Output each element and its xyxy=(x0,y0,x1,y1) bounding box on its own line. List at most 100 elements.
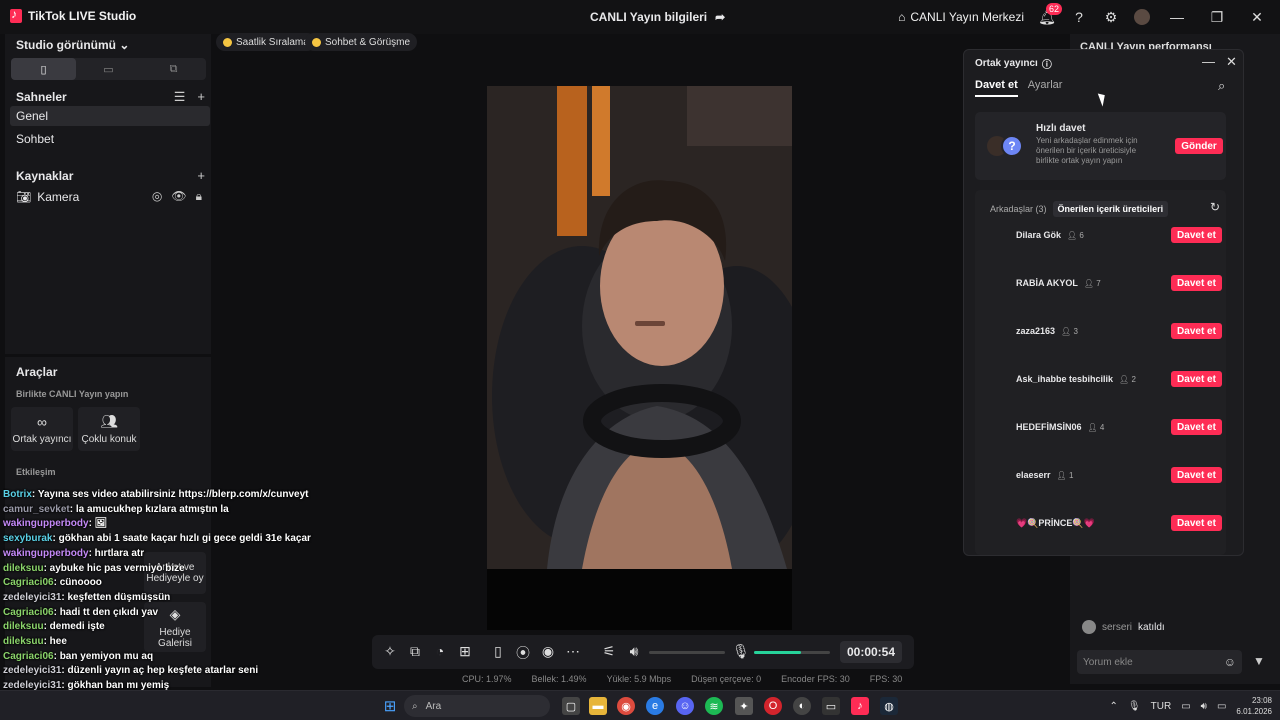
chrome-icon[interactable]: ◉ xyxy=(617,697,635,715)
user-icon: 👤︎ xyxy=(1119,374,1132,384)
invite-button[interactable]: Davet et xyxy=(1171,515,1222,531)
add-source-icon[interactable]: + xyxy=(197,168,205,183)
edge-icon[interactable]: e xyxy=(646,697,664,715)
hourly-ranking-tag[interactable]: Saatlik Sıralama xyxy=(216,33,316,51)
microphone-icon[interactable]: 🎙︎ xyxy=(732,643,750,660)
app-icon[interactable]: ✦ xyxy=(735,697,753,715)
notification-badge: 62 xyxy=(1046,3,1063,15)
windows-start-icon[interactable]: ⊞ xyxy=(381,697,399,715)
chat-text: : ban yemiyon mu aq xyxy=(53,650,154,662)
microphone-icon[interactable]: 🎙︎ xyxy=(1128,701,1141,712)
chat-tag[interactable]: Sohbet & Görüşme xyxy=(305,33,418,51)
sticker-icon[interactable]: ◔ xyxy=(432,643,448,659)
portrait-layout-icon[interactable]: ▯ xyxy=(11,58,76,80)
minimize-icon[interactable]: — xyxy=(1164,9,1190,25)
landscape-layout-icon[interactable]: ▭ xyxy=(76,58,141,80)
app-icon[interactable]: ◐ xyxy=(793,697,811,715)
tiktok-live-studio-icon[interactable]: ♪ xyxy=(851,697,869,715)
tab-settings[interactable]: Ayarlar xyxy=(1028,79,1063,97)
layout-switcher: ▯ ▭ ⧉ xyxy=(11,58,206,80)
speaker-volume-slider[interactable] xyxy=(649,651,725,654)
tab-suggested[interactable]: Önerilen içerik üreticileri xyxy=(1052,201,1169,217)
emoji-icon[interactable]: ☺ xyxy=(1224,655,1236,669)
cohost-button[interactable]: ∞ Ortak yayıncı xyxy=(11,407,73,451)
spotify-icon[interactable]: ≋ xyxy=(705,697,723,715)
studio-view-dropdown[interactable]: Studio görünümü ⌄ xyxy=(16,38,129,52)
taskbar: ⊞ ⌕ Ara ▢ ▬ ◉ e ☺ ≋ ✦ O ◐ ▭ ♪ ◍ ⌃ 🎙︎ TUR… xyxy=(0,690,1280,720)
add-scene-icon[interactable]: + xyxy=(197,89,205,105)
terminal-icon[interactable]: ▭ xyxy=(822,697,840,715)
search-icon[interactable]: ⌕ xyxy=(1218,78,1225,94)
minimize-icon[interactable]: — xyxy=(1202,54,1215,69)
scene-item[interactable]: Sohbet xyxy=(10,129,210,149)
chevron-down-icon: ⌄ xyxy=(119,38,130,52)
speaker-icon[interactable]: 🔊︎ xyxy=(626,643,642,660)
quick-invite-desc: Yeni arkadaşlar edinmek için önerilen bi… xyxy=(1036,136,1138,165)
taskbar-search[interactable]: ⌕ Ara xyxy=(404,695,550,717)
refresh-icon[interactable]: ↻ xyxy=(1210,200,1220,214)
maximize-icon[interactable]: ❐ xyxy=(1204,9,1230,26)
target-icon[interactable]: ◎ xyxy=(152,189,162,204)
volume-icon[interactable]: 🔊︎ xyxy=(1201,701,1207,712)
invite-button[interactable]: Davet et xyxy=(1171,419,1222,435)
help-icon[interactable]: ? xyxy=(1070,8,1088,26)
wifi-icon[interactable]: ▭ xyxy=(1181,701,1190,712)
invite-button[interactable]: Davet et xyxy=(1171,371,1222,387)
system-clock[interactable]: 23:08 6.01.2026 xyxy=(1236,695,1272,717)
phone-icon[interactable]: ▯ xyxy=(490,643,506,660)
mixer-icon[interactable]: ⚟ xyxy=(601,643,617,660)
chat-tag-label: Sohbet & Görüşme xyxy=(325,36,411,48)
tab-invite[interactable]: Davet et xyxy=(975,79,1018,97)
bell-icon[interactable]: 🔔︎ 62 xyxy=(1038,3,1063,26)
scene-item[interactable]: Genel xyxy=(10,106,210,126)
magic-wand-icon[interactable]: ✧ xyxy=(382,643,398,660)
mic-volume-slider[interactable] xyxy=(754,651,830,654)
mutual-count: 👤︎ 3 xyxy=(1061,327,1078,336)
live-info-button[interactable]: CANLI Yayın bilgileri ➦ xyxy=(590,10,725,24)
list-item: RABİA AKYOL 👤︎ 7 Davet et xyxy=(975,274,1226,294)
invite-button[interactable]: Davet et xyxy=(1171,227,1222,243)
record-icon[interactable]: ⦿ xyxy=(515,643,531,663)
language-indicator[interactable]: TUR xyxy=(1151,701,1172,712)
chevron-up-icon[interactable]: ⌃ xyxy=(1110,701,1118,712)
effects-icon[interactable]: ⧉ xyxy=(407,643,423,660)
close-icon[interactable]: ✕ xyxy=(1226,54,1237,70)
steam-icon[interactable]: ◍ xyxy=(880,697,898,715)
invite-button[interactable]: Davet et xyxy=(1171,467,1222,483)
dual-layout-icon[interactable]: ⧉ xyxy=(141,58,206,80)
live-center-button[interactable]: ⌂ CANLI Yayın Merkezi xyxy=(898,10,1024,24)
send-button[interactable]: Gönder xyxy=(1175,138,1223,154)
mutual-count-value: 7 xyxy=(1096,278,1101,288)
chat-message: Cagriaci06: hadi tt den çıkıdı yav xyxy=(3,606,333,621)
discord-icon[interactable]: ☺ xyxy=(676,697,694,715)
camera-target-icon[interactable]: ◉ xyxy=(540,643,556,660)
stat-item: Yükle: 5.9 Mbps xyxy=(606,674,672,684)
chat-text: : hırtlara atr xyxy=(88,547,145,559)
avatar[interactable] xyxy=(1134,9,1150,25)
multi-guest-button[interactable]: 👥︎ Çoklu konuk xyxy=(78,407,140,451)
eye-icon[interactable]: 👁︎ xyxy=(171,189,186,204)
task-view-icon[interactable]: ▢ xyxy=(562,697,580,715)
send-icon[interactable]: ▼ xyxy=(1253,654,1265,668)
source-item[interactable]: 📷︎ Kamera ◎ 👁︎ 🔒︎ xyxy=(16,189,202,204)
add-media-icon[interactable]: ⊞ xyxy=(457,643,473,660)
more-icon[interactable]: ⋯ xyxy=(565,643,581,660)
info-icon[interactable]: ⓘ xyxy=(1042,56,1052,71)
list-icon[interactable]: ☰ xyxy=(174,89,186,105)
settings-icon[interactable]: ⚙ xyxy=(1102,8,1120,26)
close-icon[interactable]: ✕ xyxy=(1244,9,1270,26)
cohost-popup: Ortak yayıncı ⓘ — ✕ Davet et Ayarlar ⌕ ?… xyxy=(963,49,1244,556)
chat-message: Cagriaci06: cünoooo xyxy=(3,576,333,591)
opera-icon[interactable]: O xyxy=(764,697,782,715)
lock-icon[interactable]: 🔒︎ xyxy=(196,189,202,204)
home-icon: ⌂ xyxy=(898,10,906,24)
file-explorer-icon[interactable]: ▬ xyxy=(589,697,607,715)
creator-name: HEDEFİMSİN06 👤︎ 4 xyxy=(1016,422,1104,432)
battery-icon[interactable]: ▭ xyxy=(1217,701,1226,712)
chat-username: Cagriaci06 xyxy=(3,650,54,662)
invite-button[interactable]: Davet et xyxy=(1171,275,1222,291)
comment-input[interactable]: Yorum ekle ☺ xyxy=(1077,650,1242,674)
tab-friends[interactable]: Arkadaşlar (3) xyxy=(988,201,1049,217)
invite-button[interactable]: Davet et xyxy=(1171,323,1222,339)
chat-username: wakingupperbody xyxy=(3,518,89,530)
